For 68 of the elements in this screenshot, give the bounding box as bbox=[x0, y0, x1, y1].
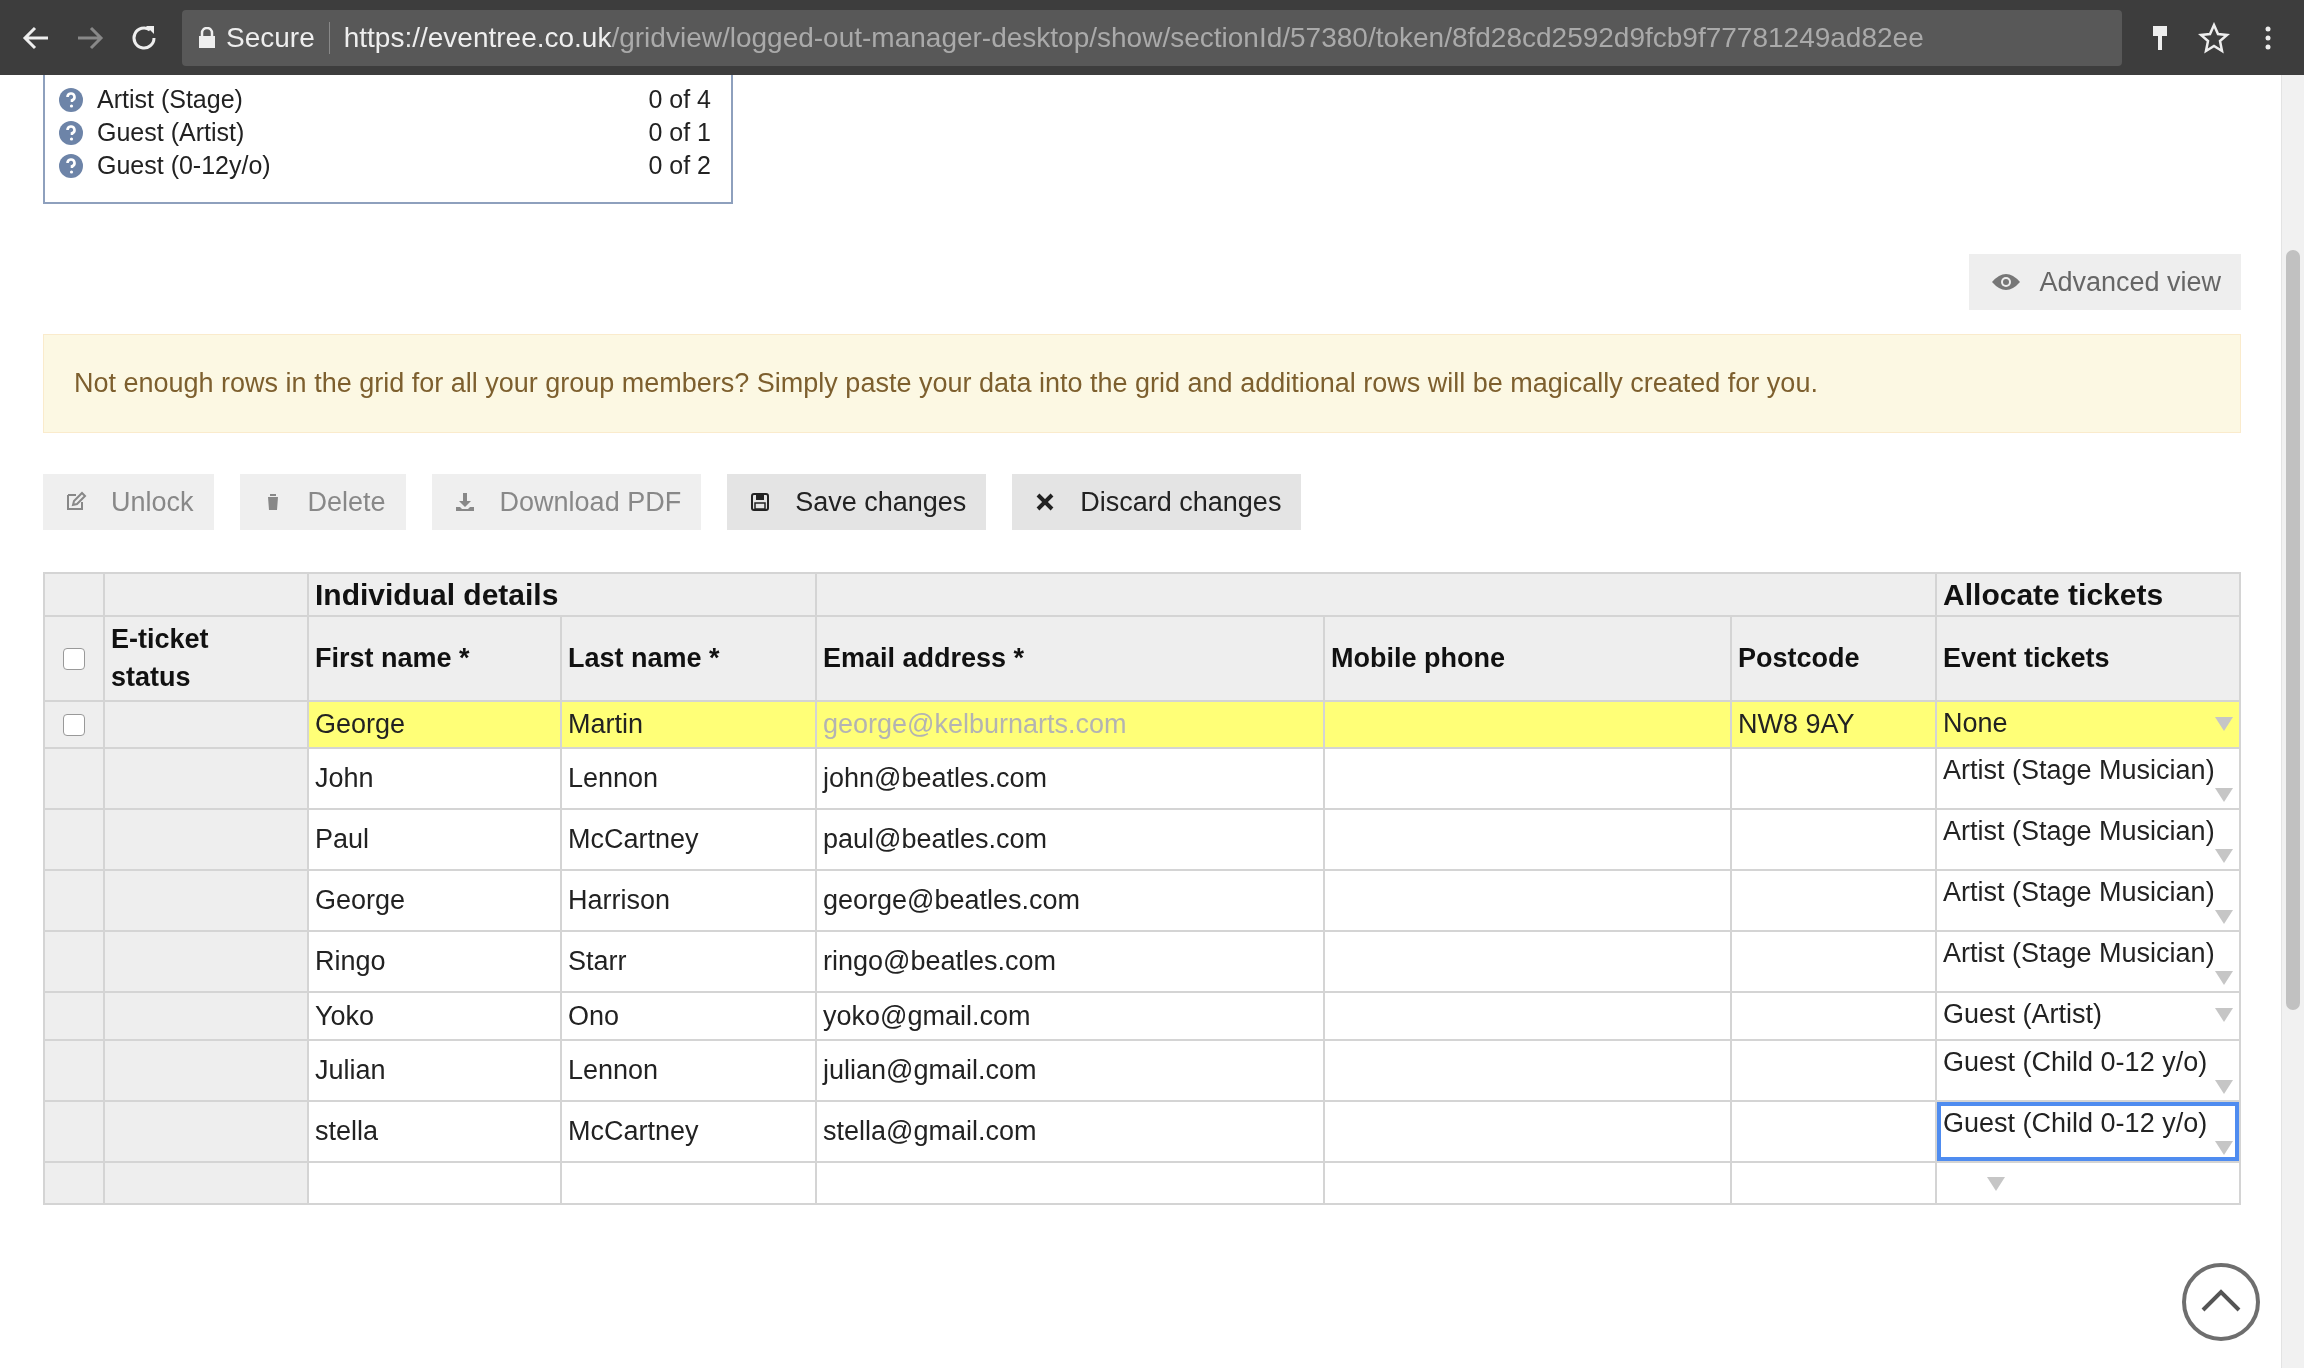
download-icon bbox=[453, 491, 476, 513]
ticket-type-label: Guest (Artist) bbox=[97, 118, 246, 147]
padlock-icon bbox=[198, 26, 216, 49]
table-cell[interactable]: Yoko bbox=[308, 992, 561, 1040]
table-cell[interactable]: john@beatles.com bbox=[816, 748, 1324, 810]
row-checkbox[interactable] bbox=[63, 713, 85, 736]
table-cell[interactable]: Lennon bbox=[561, 1039, 816, 1101]
url-path: /gridview/logged-out-manager-desktop/show/sectionId/57380/token/8fd28cd2592d9fcb9f77781249ad82ee bbox=[611, 21, 1924, 53]
address-bar[interactable]: Secure https://eventree.co.uk/gridview/logged-out-manager-desktop/show/sectionId/57380/token/8fd28cd2592d9fcb9f77781249ad82ee bbox=[182, 9, 2122, 66]
table-cell[interactable]: Harrison bbox=[561, 870, 816, 932]
discard-button[interactable]: Discard changes bbox=[1012, 474, 1302, 530]
ticket-count: 0 of 1 bbox=[648, 118, 711, 147]
url-host: https://eventree.co.uk bbox=[343, 21, 612, 53]
column-header: Postcode bbox=[1731, 616, 1937, 701]
table-cell[interactable]: julian@gmail.com bbox=[816, 1039, 1324, 1101]
table-cell[interactable]: Julian bbox=[308, 1039, 561, 1101]
notice-banner: Not enough rows in the grid for all your group members? Simply paste your data into the grid and additional rows will be magically created for you. bbox=[43, 334, 2242, 433]
table-cell-text: NW8 9AY bbox=[1738, 709, 1855, 740]
star-icon[interactable] bbox=[2198, 21, 2230, 54]
ticket-dropdown-cell[interactable]: Guest (Child 0-12 y/o) bbox=[1936, 1100, 2241, 1162]
ticket-dropdown-cell[interactable]: Artist (Stage Musician) bbox=[1936, 931, 2241, 993]
save-button[interactable]: Save changes bbox=[727, 474, 987, 530]
ticket-count: 0 of 4 bbox=[648, 85, 711, 114]
table-cell[interactable]: Ono bbox=[561, 992, 816, 1040]
column-header: Email address * bbox=[816, 616, 1324, 701]
ticket-type-label: Artist (Stage) bbox=[97, 85, 244, 114]
table-cell[interactable]: George bbox=[308, 870, 561, 932]
column-header: Event tickets bbox=[1936, 616, 2241, 701]
ticket-dropdown-cell[interactable]: Guest (Child 0-12 y/o) bbox=[1936, 1039, 2241, 1101]
scrollbar-thumb[interactable] bbox=[2286, 250, 2300, 1010]
table-cell[interactable]: stella@gmail.com bbox=[816, 1100, 1324, 1162]
ticket-dropdown-cell[interactable]: Artist (Stage Musician) bbox=[1936, 809, 2241, 871]
unlock-icon bbox=[65, 491, 87, 513]
table-cell[interactable]: Paul bbox=[308, 809, 561, 871]
table-cell[interactable]: Lennon bbox=[561, 748, 816, 810]
advanced-view-button[interactable]: Advanced view bbox=[1969, 254, 2242, 310]
help-icon[interactable] bbox=[59, 153, 83, 178]
table-cell[interactable]: John bbox=[308, 748, 561, 810]
help-icon[interactable] bbox=[59, 87, 83, 112]
secure-label: Secure bbox=[226, 21, 315, 54]
table-cell[interactable]: paul@beatles.com bbox=[816, 809, 1324, 871]
select-all-checkbox[interactable] bbox=[63, 647, 85, 670]
column-header: E-ticket status bbox=[104, 616, 308, 701]
group-header: Allocate tickets bbox=[1936, 573, 2241, 616]
eye-icon bbox=[1991, 272, 2022, 292]
table-cell[interactable]: George bbox=[308, 701, 561, 749]
ticket-count: 0 of 2 bbox=[648, 151, 711, 180]
ticket-dropdown-cell[interactable]: Artist (Stage Musician) bbox=[1936, 748, 2241, 810]
table-cell[interactable]: Martin bbox=[561, 701, 816, 749]
table-cell[interactable]: McCartney bbox=[561, 1100, 816, 1162]
scroll-to-top-icon[interactable] bbox=[2181, 1262, 2261, 1342]
table-cell[interactable]: george@beatles.com bbox=[816, 870, 1324, 932]
table-cell[interactable]: stella bbox=[308, 1100, 561, 1162]
ticket-dropdown-cell[interactable]: Guest (Artist) bbox=[1936, 992, 2241, 1040]
help-icon[interactable] bbox=[59, 120, 83, 145]
column-header: First name * bbox=[308, 616, 561, 701]
table-cell[interactable]: Starr bbox=[561, 931, 816, 993]
ticket-dropdown-cell[interactable]: Artist (Stage Musician) bbox=[1936, 870, 2241, 932]
table-cell[interactable]: Ringo bbox=[308, 931, 561, 993]
ticket-dropdown-cell[interactable]: None bbox=[1936, 701, 2241, 749]
column-header: Mobile phone bbox=[1324, 616, 1731, 701]
ticket-type-label: Guest (0-12y/o) bbox=[97, 151, 272, 180]
group-header: Individual details bbox=[308, 573, 816, 616]
save-icon bbox=[749, 491, 772, 513]
table-cell[interactable]: yoko@gmail.com bbox=[816, 992, 1324, 1040]
column-header: Last name * bbox=[561, 616, 816, 701]
table-cell[interactable]: McCartney bbox=[561, 809, 816, 871]
table-cell[interactable]: ringo@beatles.com bbox=[816, 931, 1324, 993]
